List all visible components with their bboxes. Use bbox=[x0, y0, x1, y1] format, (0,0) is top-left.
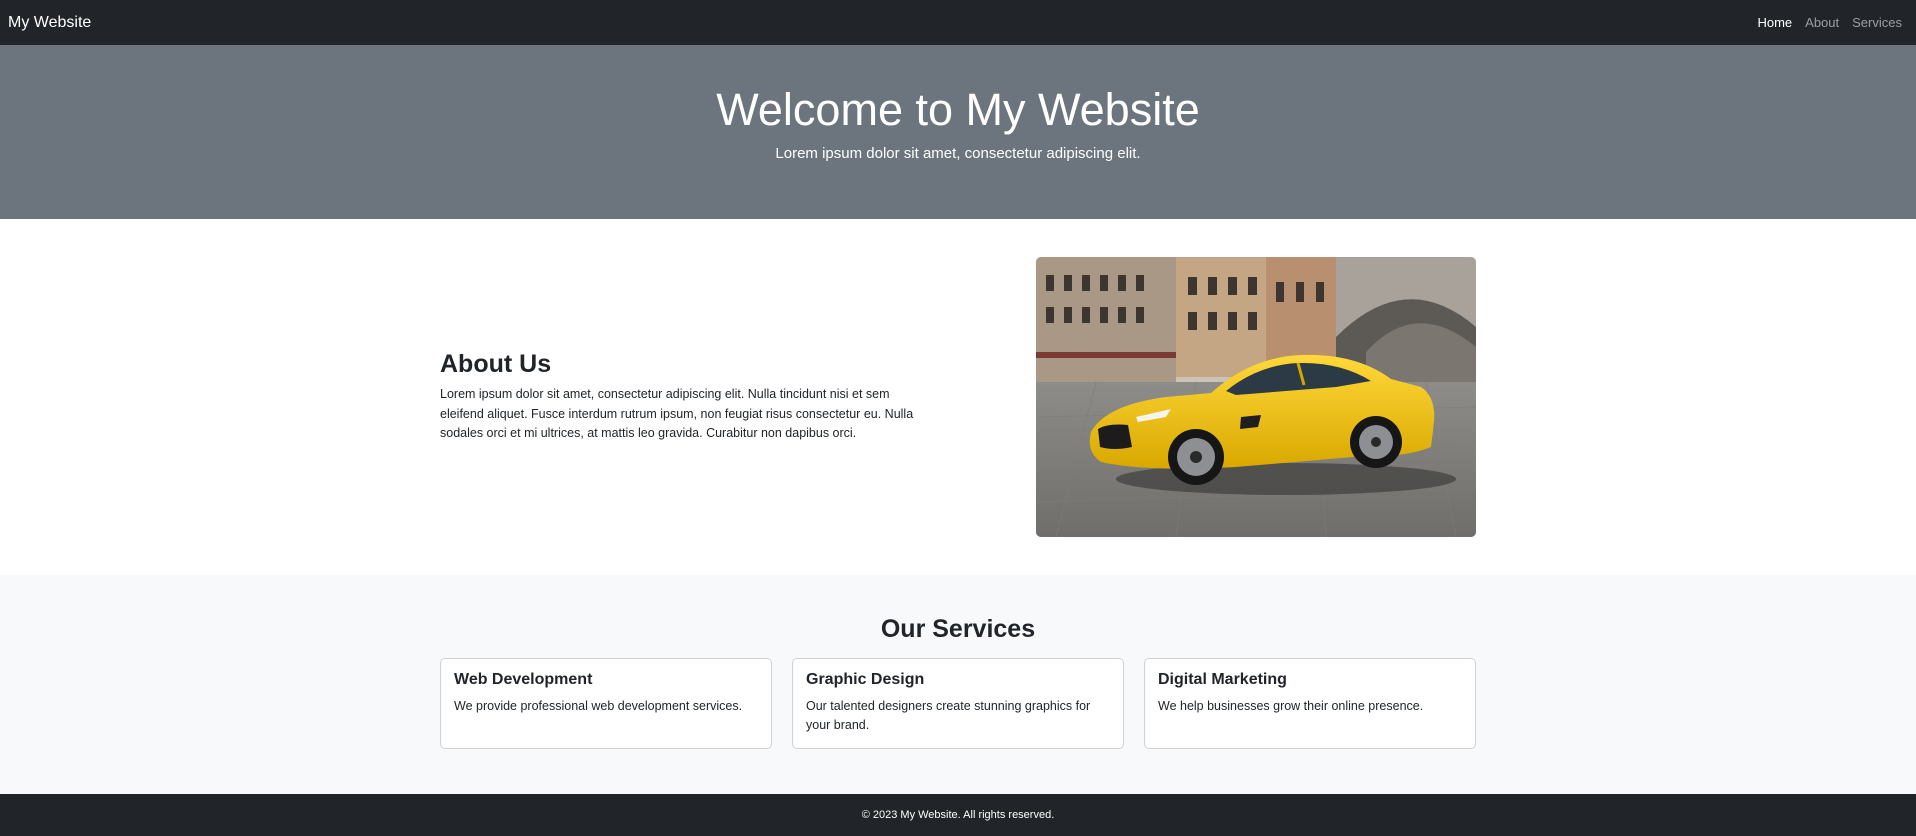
footer: © 2023 My Website. All rights reserved. bbox=[0, 794, 1916, 836]
navbar: My Website Home About Services bbox=[0, 0, 1916, 45]
about-section: About Us Lorem ipsum dolor sit amet, con… bbox=[0, 219, 1916, 575]
nav-link-home[interactable]: Home bbox=[1757, 15, 1792, 30]
nav-link-about[interactable]: About bbox=[1805, 15, 1839, 30]
footer-copyright: © 2023 My Website. All rights reserved. bbox=[861, 809, 1055, 821]
about-image bbox=[1036, 257, 1476, 537]
service-card-graphic-design: Graphic Design Our talented designers cr… bbox=[792, 658, 1124, 749]
service-card-title: Web Development bbox=[454, 671, 593, 688]
service-card-text: Our talented designers create stunning g… bbox=[806, 699, 1091, 732]
service-card-web-development: Web Development We provide professional … bbox=[440, 658, 772, 749]
services-heading: Our Services bbox=[880, 615, 1036, 643]
about-text-block: About Us Lorem ipsum dolor sit amet, con… bbox=[440, 350, 930, 444]
service-card-title: Graphic Design bbox=[806, 671, 925, 688]
nav-links: Home About Services bbox=[1757, 15, 1902, 30]
hero-subtitle: Lorem ipsum dolor sit amet, consectetur … bbox=[775, 144, 1141, 162]
service-card-title: Digital Marketing bbox=[1158, 671, 1287, 688]
brand-link[interactable]: My Website bbox=[8, 14, 91, 32]
hero-banner: Welcome to My Website Lorem ipsum dolor … bbox=[0, 45, 1916, 219]
nav-link-services[interactable]: Services bbox=[1852, 15, 1902, 30]
service-card-text: We help businesses grow their online pre… bbox=[1158, 699, 1424, 713]
hero-title: Welcome to My Website bbox=[716, 84, 1200, 135]
about-body: Lorem ipsum dolor sit amet, consectetur … bbox=[440, 387, 914, 441]
service-card-text: We provide professional web development … bbox=[454, 699, 743, 713]
services-cards: Web Development We provide professional … bbox=[440, 658, 1476, 749]
service-card-digital-marketing: Digital Marketing We help businesses gro… bbox=[1144, 658, 1476, 749]
services-section: Our Services Web Development We provide … bbox=[0, 575, 1916, 794]
about-heading: About Us bbox=[440, 350, 552, 379]
